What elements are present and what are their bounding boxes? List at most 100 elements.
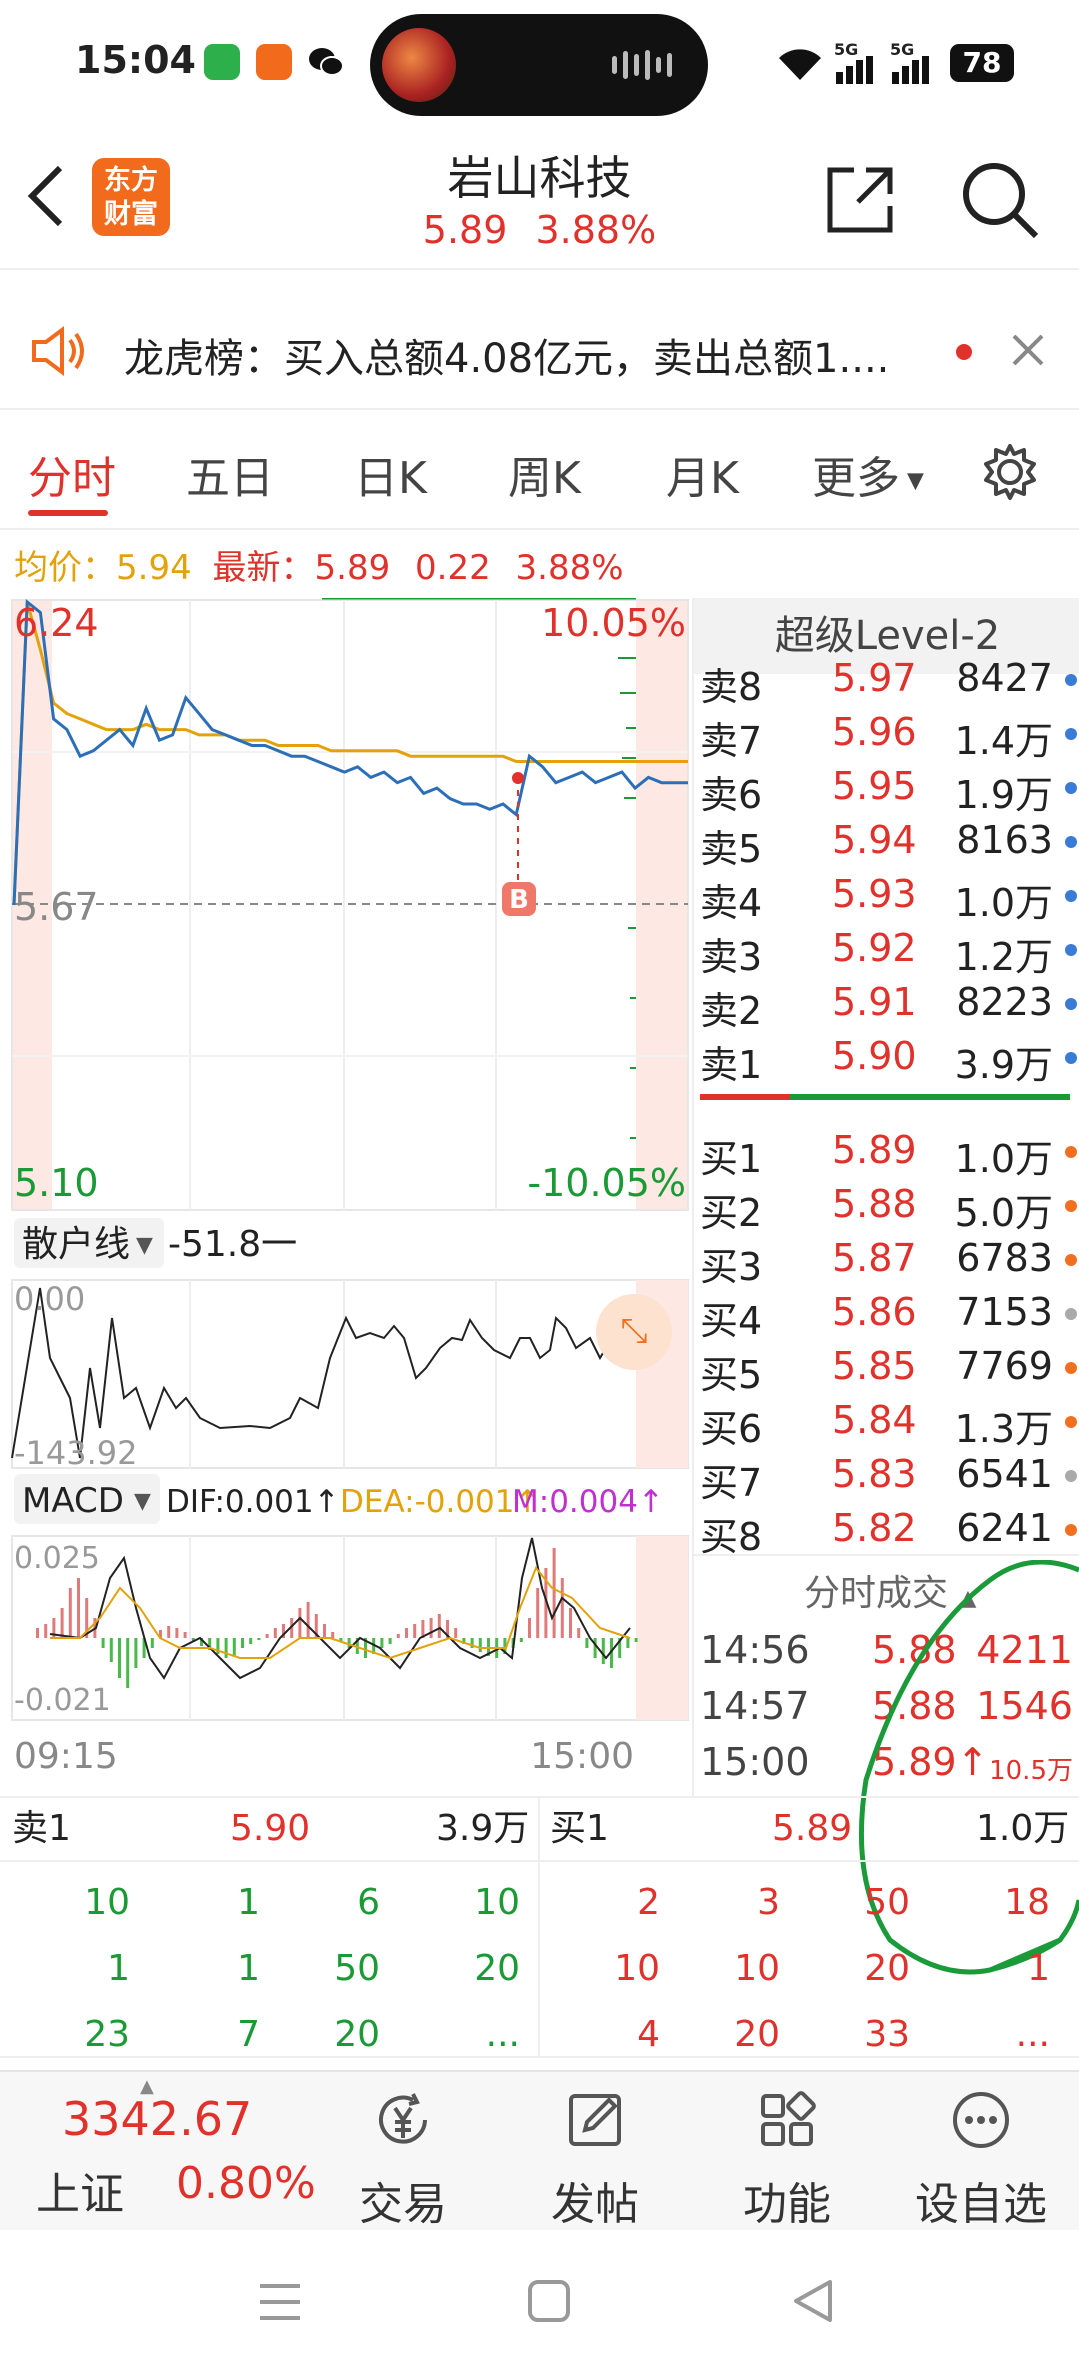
ask-level-label: 卖7 bbox=[700, 719, 763, 763]
intraday-chart[interactable]: B 6.24 5.67 5.10 10.05% -10.05% 散户线 ▼ -5… bbox=[0, 598, 692, 1798]
macd-bar bbox=[134, 1638, 138, 1668]
queue-sell-cell: 7 bbox=[237, 2014, 260, 2055]
bid-row[interactable]: 买1 5.89 1.0万 bbox=[694, 1128, 1079, 1182]
macd-bar bbox=[536, 1588, 540, 1638]
macd-bar bbox=[109, 1638, 113, 1662]
gear-icon[interactable] bbox=[980, 442, 1040, 502]
bid-price: 5.83 bbox=[832, 1452, 917, 1496]
queue-bottom-divider bbox=[0, 2056, 1079, 2058]
time-axis-start: 09:15 bbox=[14, 1736, 118, 1777]
macd-bar bbox=[396, 1634, 400, 1638]
tab-weekly-k[interactable]: 周K bbox=[508, 442, 581, 506]
macd-bar bbox=[241, 1638, 244, 1648]
ask-price: 5.97 bbox=[832, 656, 917, 700]
queue-buy-cell: 10 bbox=[734, 1948, 780, 1989]
notice-text: 龙虎榜：买入总额4.08亿元，卖出总额1.... bbox=[124, 336, 890, 382]
y-mid-label: 5.67 bbox=[14, 885, 99, 929]
ask-row[interactable]: 卖7 5.96 1.4万 bbox=[694, 710, 1079, 764]
up-arrow-icon: ↑ bbox=[638, 1484, 664, 1520]
bid-row[interactable]: 买7 5.83 6541 bbox=[694, 1452, 1079, 1506]
index-widget[interactable]: ▲ 3342.67 上证 0.80% bbox=[0, 2072, 330, 2232]
nav-trade[interactable]: 交易 bbox=[328, 2072, 478, 2232]
share-icon[interactable] bbox=[824, 164, 896, 236]
chart-area[interactable]: B 6.24 5.67 5.10 10.05% -10.05% 散户线 ▼ -5… bbox=[0, 598, 692, 1798]
queue-buy-cell: 18 bbox=[1004, 1882, 1050, 1923]
stock-header: 东方 财富 岩山科技 5.89 3.88% bbox=[0, 130, 1079, 270]
live-avatar-icon bbox=[382, 28, 456, 102]
queue-buy-cell: 20 bbox=[734, 2014, 780, 2055]
bid-row[interactable]: 买6 5.84 1.3万 bbox=[694, 1398, 1079, 1452]
ask-row[interactable]: 卖8 5.97 8427 bbox=[694, 656, 1079, 710]
queue-buy-cell: 50 bbox=[864, 1882, 910, 1923]
bid-row[interactable]: 买3 5.87 6783 bbox=[694, 1236, 1079, 1290]
latest-value: 5.89 bbox=[314, 548, 391, 588]
queue-buy-cell: 3 bbox=[757, 1882, 780, 1923]
nav-post-label: 发帖 bbox=[551, 2179, 639, 2230]
ask-row[interactable]: 卖4 5.93 1.0万 bbox=[694, 872, 1079, 926]
buy-marker-text: B bbox=[509, 885, 529, 915]
ask-level-label: 卖1 bbox=[700, 1043, 763, 1087]
macd-bar bbox=[265, 1634, 269, 1638]
bid-row[interactable]: 买5 5.85 7769 bbox=[694, 1344, 1079, 1398]
home-square-icon[interactable] bbox=[526, 2278, 572, 2324]
wechat-icon bbox=[308, 44, 344, 80]
bid-level-label: 买1 bbox=[700, 1137, 763, 1181]
signal-bars-icon-1 bbox=[836, 56, 873, 84]
up-arrow-icon: ↑ bbox=[314, 1484, 340, 1520]
macd-bar bbox=[118, 1638, 121, 1678]
nav-add-watchlist[interactable]: 设自选 bbox=[906, 2072, 1056, 2232]
bid-volume: 5.0万 bbox=[954, 1191, 1053, 1235]
ask-row[interactable]: 卖5 5.94 8163 bbox=[694, 818, 1079, 872]
macd-bar bbox=[519, 1638, 523, 1642]
queue-buy-vol: 1.0万 bbox=[976, 1808, 1070, 1849]
ask-row[interactable]: 卖1 5.90 3.9万 bbox=[694, 1034, 1079, 1088]
ask-volume: 1.0万 bbox=[954, 881, 1053, 925]
expand-arrow-icon: ⤡ bbox=[620, 1311, 647, 1351]
nav-features[interactable]: 功能 bbox=[712, 2072, 862, 2232]
back-triangle-icon[interactable] bbox=[790, 2278, 836, 2324]
macd-bar bbox=[593, 1638, 597, 1658]
ask-row[interactable]: 卖6 5.95 1.9万 bbox=[694, 764, 1079, 818]
dynamic-island[interactable] bbox=[370, 14, 708, 116]
tab-more-label: 更多 bbox=[812, 453, 900, 504]
macd-m: M:0.004↑ bbox=[512, 1484, 664, 1520]
bid-level-label: 买6 bbox=[700, 1407, 763, 1451]
queue-sell-vol: 3.9万 bbox=[436, 1808, 530, 1849]
ask-row[interactable]: 卖2 5.91 8223 bbox=[694, 980, 1079, 1034]
queue-sell-cell: 1 bbox=[237, 1882, 260, 1923]
macd-bar bbox=[249, 1638, 253, 1644]
bid-row[interactable]: 买4 5.86 7153 bbox=[694, 1290, 1079, 1344]
macd-dea: DEA:-0.001↑ bbox=[340, 1484, 540, 1520]
bid-row[interactable]: 买8 5.82 6241 bbox=[694, 1506, 1079, 1560]
bid-volume: 6783 bbox=[956, 1236, 1053, 1280]
close-icon[interactable] bbox=[1010, 332, 1046, 368]
queue-sell-price: 5.90 bbox=[230, 1808, 311, 1849]
app-icon-paper-plane bbox=[256, 44, 292, 80]
queue-buy-cell: 2 bbox=[637, 1882, 660, 1923]
ask-volume: 1.2万 bbox=[954, 935, 1053, 979]
tab-intraday[interactable]: 分时 bbox=[28, 442, 116, 506]
queue-sell-cell: 20 bbox=[474, 1948, 520, 1989]
tab-monthly-k[interactable]: 月K bbox=[666, 442, 739, 506]
notice-bar[interactable]: 龙虎榜：买入总额4.08亿元，卖出总额1.... bbox=[0, 290, 1079, 410]
macd-dea-text: DEA:-0.001 bbox=[340, 1484, 515, 1520]
bid-row[interactable]: 买2 5.88 5.0万 bbox=[694, 1182, 1079, 1236]
ask-dot bbox=[1065, 890, 1077, 902]
menu-icon[interactable] bbox=[256, 2280, 304, 2324]
queue-buy-cell: 33 bbox=[864, 2014, 910, 2055]
spread-divider bbox=[700, 1094, 790, 1100]
period-tabs: 分时 五日 日K 周K 月K 更多 ▼ bbox=[0, 420, 1079, 530]
bid-level-label: 买5 bbox=[700, 1353, 763, 1397]
tab-five-day[interactable]: 五日 bbox=[186, 442, 274, 506]
ask-row[interactable]: 卖3 5.92 1.2万 bbox=[694, 926, 1079, 980]
tab-more[interactable]: 更多 ▼ bbox=[812, 442, 924, 506]
search-icon[interactable] bbox=[960, 160, 1040, 240]
ask-dot bbox=[1065, 944, 1077, 956]
nav-post[interactable]: 发帖 bbox=[520, 2072, 670, 2232]
macd-bar bbox=[560, 1578, 564, 1638]
tab-daily-k[interactable]: 日K bbox=[354, 442, 427, 506]
macd-dif-text: DIF:0.001 bbox=[166, 1484, 314, 1520]
latest-label: 最新： bbox=[212, 548, 315, 588]
ask-dot bbox=[1065, 728, 1077, 740]
ask-volume: 1.9万 bbox=[954, 773, 1053, 817]
